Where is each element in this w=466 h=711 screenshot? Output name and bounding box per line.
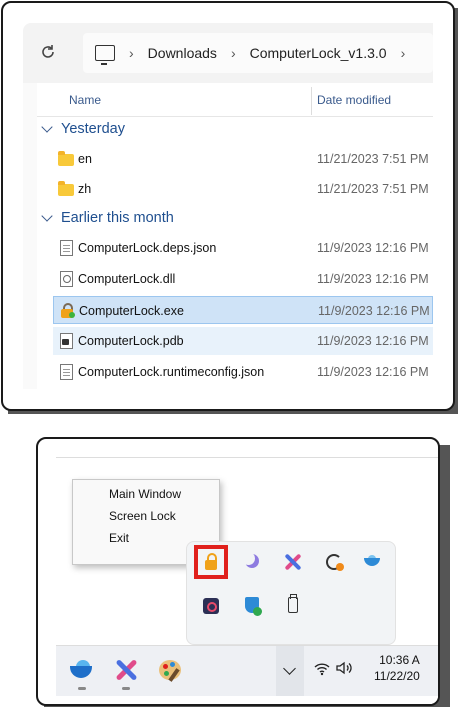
paint-palette-icon[interactable] bbox=[156, 656, 184, 684]
folder-icon bbox=[58, 181, 74, 196]
chevron-right-icon[interactable]: › bbox=[401, 45, 406, 61]
taskbar: 10:36 A 11/22/20 bbox=[56, 645, 438, 696]
list-item[interactable]: en 11/21/2023 7:51 PM bbox=[53, 145, 433, 173]
address-bar: › Downloads › ComputerLock_v1.3.0 › bbox=[23, 23, 433, 83]
list-item[interactable]: ComputerLock.dll 11/9/2023 12:16 PM bbox=[53, 265, 433, 293]
file-date: 11/21/2023 7:51 PM bbox=[317, 152, 429, 166]
file-name: ComputerLock.runtimeconfig.json bbox=[78, 365, 265, 379]
window-edge bbox=[56, 457, 438, 458]
json-file-icon bbox=[60, 364, 73, 380]
chevron-down-icon bbox=[283, 662, 296, 675]
show-hidden-icons-button[interactable] bbox=[276, 646, 304, 696]
chevron-right-icon: › bbox=[230, 45, 236, 61]
bird-app-icon[interactable] bbox=[68, 656, 96, 690]
dll-file-icon bbox=[60, 271, 73, 287]
column-date-header[interactable]: Date modified bbox=[317, 93, 391, 107]
file-name: en bbox=[78, 152, 92, 166]
x-app-icon[interactable] bbox=[280, 549, 306, 575]
nav-pane-edge bbox=[23, 83, 37, 389]
pdb-file-icon bbox=[60, 333, 73, 349]
file-name: ComputerLock.dll bbox=[78, 272, 176, 286]
menu-item-exit[interactable]: Exit bbox=[109, 531, 129, 545]
file-name: ComputerLock.deps.json bbox=[78, 241, 217, 255]
volume-icon[interactable] bbox=[336, 661, 354, 679]
x-app-icon[interactable] bbox=[112, 656, 140, 690]
clock-time: 10:36 A bbox=[379, 653, 420, 667]
lock-app-icon bbox=[60, 303, 76, 319]
group-header-yesterday[interactable]: Yesterday bbox=[41, 121, 125, 137]
list-item-selected[interactable]: ComputerLock.exe 11/9/2023 12:16 PM bbox=[53, 296, 433, 324]
security-shield-icon[interactable] bbox=[239, 593, 265, 619]
breadcrumb-downloads[interactable]: Downloads bbox=[148, 45, 217, 61]
file-date: 11/9/2023 12:16 PM bbox=[318, 304, 430, 318]
breadcrumb-computerlock-folder[interactable]: ComputerLock_v1.3.0 bbox=[250, 45, 387, 61]
file-date: 11/9/2023 12:16 PM bbox=[317, 334, 429, 348]
refresh-icon[interactable] bbox=[39, 43, 59, 63]
file-date: 11/9/2023 12:16 PM bbox=[317, 365, 429, 379]
list-item[interactable]: zh 11/21/2023 7:51 PM bbox=[53, 175, 433, 203]
system-clock[interactable]: 10:36 A 11/22/20 bbox=[374, 652, 420, 684]
folder-icon bbox=[58, 151, 74, 166]
column-name-header[interactable]: Name bbox=[69, 93, 101, 107]
moon-icon[interactable] bbox=[239, 549, 265, 575]
group-title: Yesterday bbox=[61, 121, 125, 137]
chevron-down-icon[interactable] bbox=[41, 210, 53, 222]
desktop-area: Main Window Screen Lock Exit 10:36 A 11/… bbox=[56, 457, 438, 704]
bird-icon[interactable] bbox=[359, 549, 385, 575]
chevron-down-icon[interactable] bbox=[41, 121, 53, 133]
file-explorer-window: › Downloads › ComputerLock_v1.3.0 › Name… bbox=[1, 1, 455, 411]
this-pc-icon[interactable] bbox=[95, 45, 115, 65]
column-divider[interactable] bbox=[311, 87, 312, 115]
file-date: 11/9/2023 12:16 PM bbox=[317, 272, 429, 286]
file-date: 11/9/2023 12:16 PM bbox=[317, 241, 429, 255]
group-title: Earlier this month bbox=[61, 210, 174, 226]
taskbar-panel: Main Window Screen Lock Exit 10:36 A 11/… bbox=[36, 437, 440, 706]
group-header-earlier-this-month[interactable]: Earlier this month bbox=[41, 210, 174, 226]
clock-date: 11/22/20 bbox=[374, 669, 420, 683]
json-file-icon bbox=[60, 240, 73, 256]
file-name: ComputerLock.pdb bbox=[78, 334, 184, 348]
breadcrumb[interactable]: › Downloads › ComputerLock_v1.3.0 › bbox=[83, 33, 433, 73]
file-date: 11/21/2023 7:51 PM bbox=[317, 182, 429, 196]
column-header-row: Name Date modified bbox=[23, 83, 433, 117]
list-item[interactable]: ComputerLock.runtimeconfig.json 11/9/202… bbox=[53, 358, 433, 386]
gear-app-icon[interactable] bbox=[198, 593, 224, 619]
list-item-hover[interactable]: ComputerLock.pdb 11/9/2023 12:16 PM bbox=[53, 327, 433, 355]
menu-item-main-window[interactable]: Main Window bbox=[109, 487, 181, 501]
tray-overflow-flyout bbox=[186, 541, 396, 645]
wifi-icon[interactable] bbox=[314, 662, 330, 680]
chevron-right-icon: › bbox=[129, 45, 134, 61]
header-divider bbox=[37, 116, 433, 117]
lock-icon[interactable] bbox=[198, 549, 224, 575]
sync-icon[interactable] bbox=[321, 549, 347, 575]
file-list: Name Date modified Yesterday en 11/21/20… bbox=[23, 83, 433, 389]
list-item[interactable]: ComputerLock.deps.json 11/9/2023 12:16 P… bbox=[53, 234, 433, 262]
file-name: zh bbox=[78, 182, 92, 196]
menu-item-screen-lock[interactable]: Screen Lock bbox=[109, 509, 176, 523]
file-name: ComputerLock.exe bbox=[79, 304, 184, 318]
usb-drive-icon[interactable] bbox=[280, 593, 306, 619]
